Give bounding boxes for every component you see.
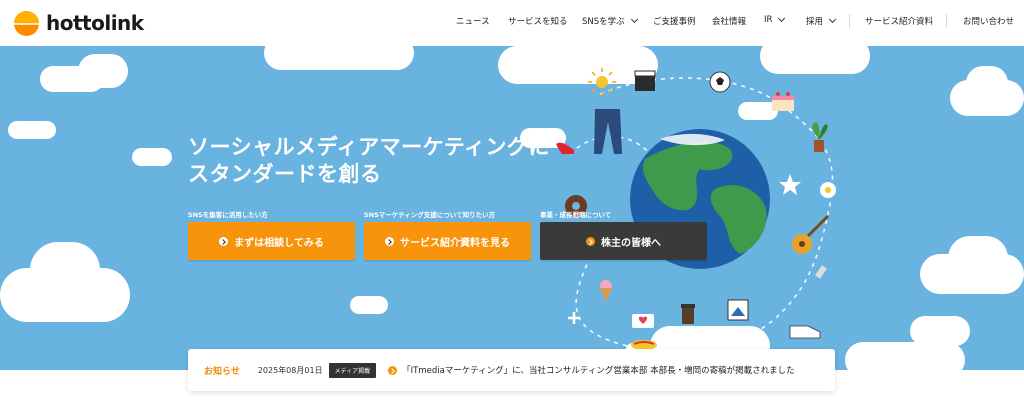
nav-item-ir[interactable]: IR bbox=[764, 14, 786, 25]
arrow-right-icon bbox=[385, 236, 394, 246]
lipstick-icon bbox=[815, 265, 827, 279]
nav-item-contact[interactable]: お問い合わせ bbox=[963, 15, 1014, 27]
cloud-decoration bbox=[132, 148, 172, 166]
service-materials-button[interactable]: サービス紹介資料を見る bbox=[364, 222, 531, 260]
cloud-decoration bbox=[8, 121, 56, 139]
jeans-icon bbox=[594, 109, 622, 154]
hero-title: ソーシャルメディアマーケティングに スタンダードを創る bbox=[188, 134, 550, 188]
arrow-right-icon bbox=[388, 365, 398, 375]
plus-icon bbox=[568, 312, 580, 324]
chevron-down-icon bbox=[778, 14, 786, 23]
cloud-decoration bbox=[948, 236, 1008, 280]
site-header: hottolink ニュース サービスを知る SNSを学ぶ ご支援事例 会社情報… bbox=[0, 0, 1024, 46]
chevron-down-icon bbox=[828, 15, 837, 24]
news-date: 2025年08月01日 bbox=[257, 365, 323, 375]
news-tag-badge: メディア掲載 bbox=[328, 362, 377, 378]
cta-caption: SNSマーケティング支援について知りたい方 bbox=[364, 211, 496, 219]
star-icon bbox=[779, 174, 801, 195]
cloud-decoration bbox=[30, 242, 100, 298]
sun-icon bbox=[588, 68, 616, 96]
nav-divider bbox=[849, 14, 850, 28]
nav-item-services[interactable]: サービスを知る bbox=[508, 15, 568, 27]
coffee-cup-icon bbox=[681, 304, 695, 324]
nav-item-company[interactable]: 会社情報 bbox=[712, 15, 746, 27]
hero-title-line-1: ソーシャルメディアマーケティングに bbox=[188, 135, 550, 159]
nav-item-learn-sns[interactable]: SNSを学ぶ bbox=[582, 15, 638, 27]
logo-text: hottolink bbox=[46, 11, 144, 35]
nav-item-service-materials[interactable]: サービス紹介資料 bbox=[865, 15, 933, 27]
chevron-down-icon bbox=[630, 15, 638, 24]
cloud-decoration bbox=[845, 342, 965, 370]
nav-item-news[interactable]: ニュース bbox=[456, 15, 490, 27]
cloud-decoration bbox=[966, 66, 1008, 100]
clapperboard-icon bbox=[634, 70, 656, 91]
logo-mark-icon bbox=[14, 10, 39, 36]
nav-item-cases[interactable]: ご支援事例 bbox=[653, 15, 696, 27]
guitar-icon bbox=[792, 214, 830, 254]
cloud-decoration bbox=[78, 54, 128, 88]
heart-message-icon bbox=[632, 314, 654, 328]
shareholders-button[interactable]: 株主の皆様へ bbox=[540, 222, 707, 260]
news-label: お知らせ bbox=[204, 366, 240, 377]
photo-icon bbox=[727, 299, 749, 321]
logo[interactable]: hottolink bbox=[14, 9, 144, 37]
cake-icon bbox=[772, 92, 794, 111]
consult-button[interactable]: まずは相談してみる bbox=[188, 222, 355, 260]
sneaker-icon bbox=[789, 325, 821, 339]
arrow-right-icon bbox=[219, 236, 229, 246]
arrow-right-icon bbox=[586, 236, 595, 246]
news-bar[interactable]: お知らせ 2025年08月01日 メディア掲載 「ITmediaマーケティング」… bbox=[188, 349, 835, 391]
flower-icon bbox=[820, 182, 836, 198]
cta-caption: SNSを集客に活用したい方 bbox=[188, 211, 268, 219]
plant-icon bbox=[812, 122, 828, 152]
ice-cream-icon bbox=[600, 280, 612, 302]
cta-caption: 事業・成長戦略について bbox=[540, 211, 612, 219]
nav-divider bbox=[946, 14, 947, 28]
cloud-decoration bbox=[264, 46, 414, 70]
high-heel-icon bbox=[556, 142, 574, 154]
nav-item-recruit[interactable]: 採用 bbox=[806, 15, 837, 27]
news-headline-link[interactable]: 「ITmediaマーケティング」に、当社コンサルティング営業本部 本部長・増岡の… bbox=[402, 364, 794, 376]
hero-section: ソーシャルメディアマーケティングに スタンダードを創る SNSを集客に活用したい… bbox=[0, 46, 1024, 370]
cloud-decoration bbox=[350, 296, 388, 314]
hero-title-line-2: スタンダードを創る bbox=[188, 162, 382, 186]
soccer-ball-icon bbox=[709, 71, 731, 93]
